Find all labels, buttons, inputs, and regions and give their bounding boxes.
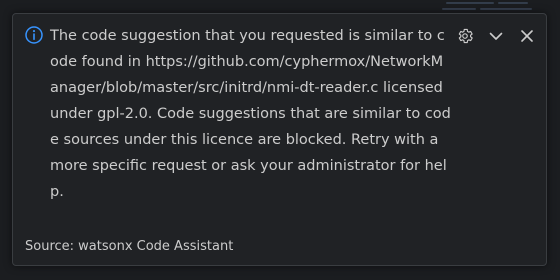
close-icon <box>521 30 533 42</box>
editor-line <box>446 2 494 4</box>
close-button[interactable] <box>515 24 539 48</box>
expand-button[interactable] <box>484 24 508 48</box>
settings-button[interactable] <box>453 24 477 48</box>
gear-icon <box>458 28 473 44</box>
chevron-down-icon <box>489 32 503 40</box>
editor-line <box>498 2 528 4</box>
notification-source: Source: watsonx Code Assistant <box>25 239 234 254</box>
notification-toast: The code suggestion that you requested i… <box>12 13 547 266</box>
editor-line <box>480 8 532 10</box>
notification-message: The code suggestion that you requested i… <box>50 28 451 200</box>
notification-actions <box>453 24 539 48</box>
editor-line <box>442 8 476 10</box>
info-icon <box>25 26 43 44</box>
